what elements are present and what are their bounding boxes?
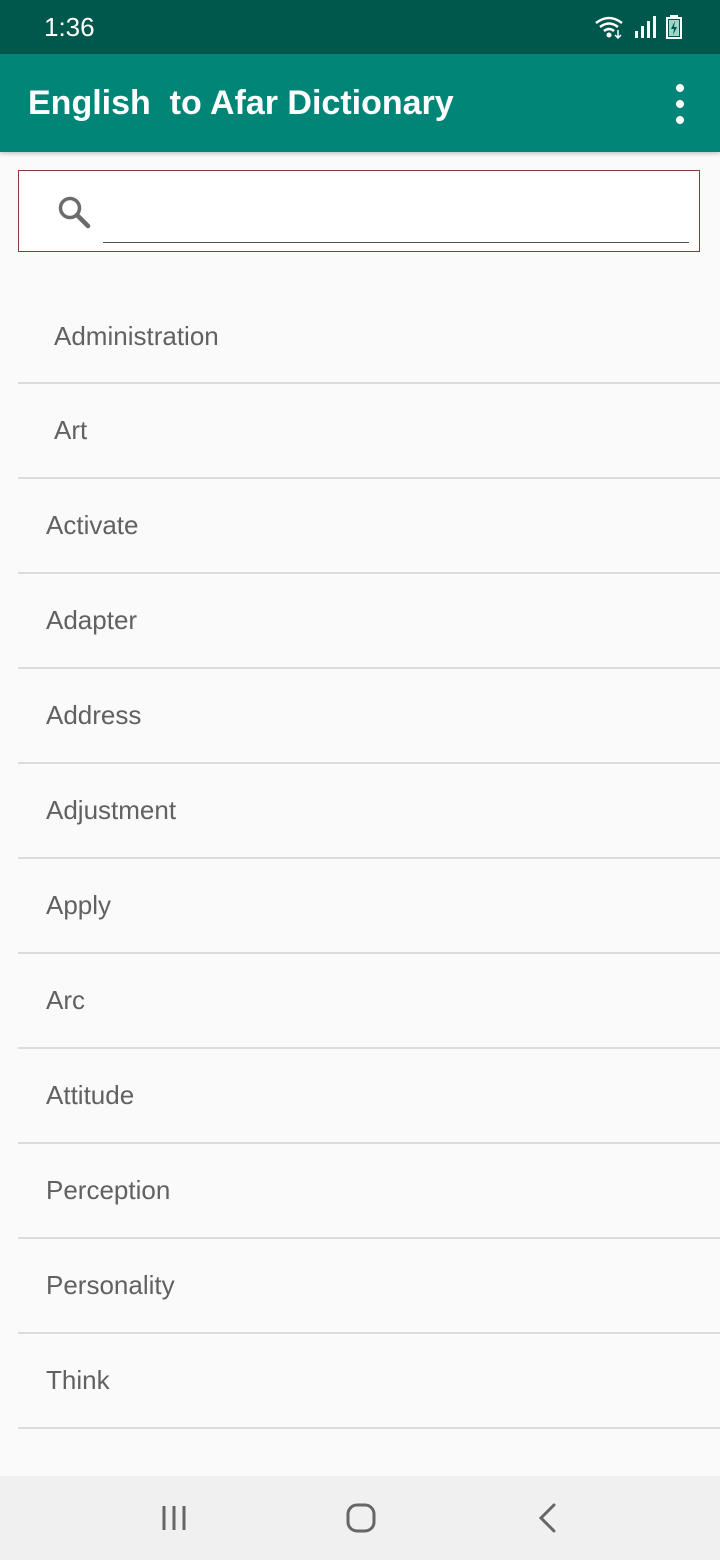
list-item[interactable]: Administration (18, 290, 720, 384)
list-item-label: Administration (54, 320, 219, 351)
list-item-label: Arc (46, 985, 85, 1015)
wifi-icon (595, 16, 623, 40)
list-item-label: Address (46, 700, 142, 730)
recent-apps-icon[interactable] (154, 1498, 194, 1538)
status-bar: 1:36 (0, 0, 720, 54)
list-item[interactable]: Apply (18, 859, 720, 954)
back-icon[interactable] (528, 1498, 568, 1538)
search-input[interactable] (103, 181, 689, 243)
list-item[interactable]: Attitude (18, 1049, 720, 1144)
list-item-label: Think (46, 1365, 110, 1395)
list-item[interactable]: Address (18, 669, 720, 764)
list-item[interactable]: Adjustment (18, 764, 720, 859)
app-bar: English to Afar Dictionary (0, 54, 720, 152)
status-icons (594, 14, 682, 40)
list-item[interactable]: Adapter (18, 574, 720, 669)
list-item[interactable]: Perception (18, 1144, 720, 1239)
list-item[interactable]: Activate (18, 479, 720, 574)
list-item-label: Adjustment (46, 795, 177, 825)
list-item-label: Adapter (46, 605, 138, 635)
list-item-label: Art (54, 415, 88, 445)
status-time: 1:36 (44, 12, 95, 42)
list-item[interactable]: Arc (18, 954, 720, 1049)
list-item-label: Activate (46, 510, 139, 540)
list-item[interactable]: Think (18, 1334, 720, 1429)
list-item-label: Perception (46, 1175, 171, 1205)
list-item[interactable]: Personality (18, 1239, 720, 1334)
signal-icon (635, 16, 656, 38)
list-item[interactable]: Art (18, 384, 720, 479)
battery-icon (666, 15, 682, 39)
word-list: Administration Art Activate Adapter Address A… (18, 290, 720, 1429)
list-item-label: Personality (46, 1270, 175, 1300)
home-icon[interactable] (341, 1498, 381, 1538)
overflow-menu-icon[interactable] (662, 84, 698, 124)
app-title: English to Afar Dictionary (28, 84, 454, 122)
search-box (18, 170, 700, 252)
search-icon (58, 196, 91, 229)
list-item-label: Apply (46, 890, 112, 920)
navigation-bar (0, 1476, 720, 1560)
list-item-label: Attitude (46, 1080, 135, 1110)
